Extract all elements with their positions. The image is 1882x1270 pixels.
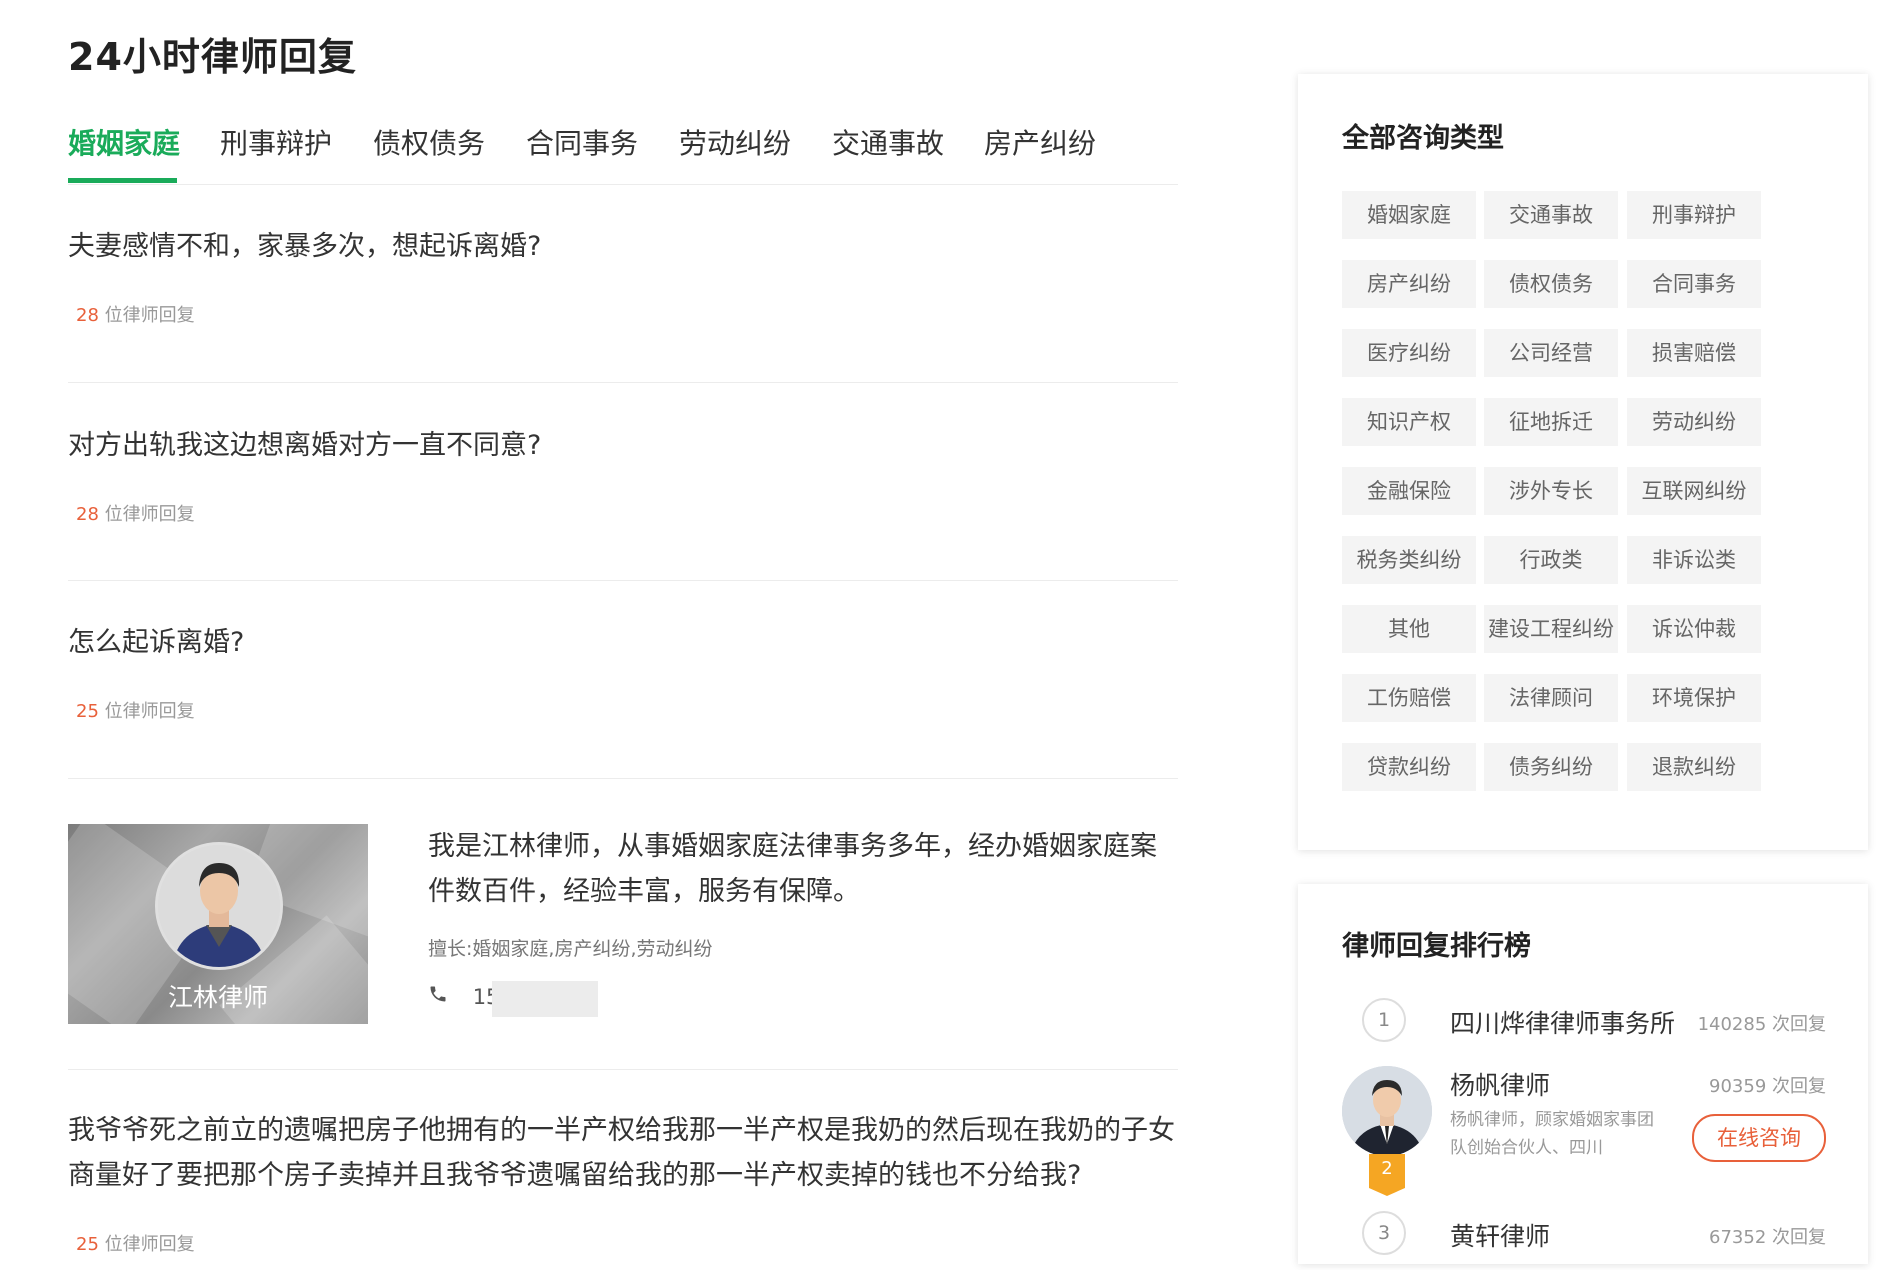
reply-count-number: 25 [76, 701, 99, 722]
lawyer-avatar[interactable] [1342, 1066, 1432, 1156]
category-item[interactable]: 贷款纠纷 [1342, 743, 1476, 791]
category-item[interactable]: 债权债务 [1484, 260, 1618, 308]
lawyer-promo-card[interactable]: 江林律师 我是江林律师，从事婚姻家庭法律事务多年，经办婚姻家庭案件数百件，经验丰… [68, 824, 1178, 1070]
active-tab-indicator [68, 178, 177, 183]
tab-marriage-family[interactable]: 婚姻家庭 [68, 122, 180, 162]
question-title[interactable]: 对方出轨我这边想离婚对方一直不同意? [68, 423, 541, 468]
category-item[interactable]: 金融保险 [1342, 467, 1476, 515]
lawyer-specialty: 擅长:婚姻家庭,房产纠纷,劳动纠纷 [428, 938, 713, 960]
reply-count-number: 28 [76, 504, 99, 525]
category-item[interactable]: 涉外专长 [1484, 467, 1618, 515]
category-item[interactable]: 合同事务 [1627, 260, 1761, 308]
page-title: 24小时律师回复 [68, 35, 357, 79]
category-item[interactable]: 退款纠纷 [1627, 743, 1761, 791]
reply-count: 25 位律师回复 [76, 1230, 195, 1256]
rank-badge: 2 [1369, 1154, 1405, 1196]
ranking-item[interactable]: 1 四川烨律律师事务所 140285 次回复 [1342, 996, 1826, 1046]
category-item[interactable]: 互联网纠纷 [1627, 467, 1761, 515]
rank-reply-count: 90359 次回复 [1709, 1076, 1826, 1097]
category-item[interactable]: 交通事故 [1484, 191, 1618, 239]
ranking-title: 律师回复排行榜 [1342, 931, 1531, 962]
category-item[interactable]: 建设工程纠纷 [1484, 605, 1618, 653]
reply-count-label: 位律师回复 [104, 701, 195, 722]
category-item[interactable]: 医疗纠纷 [1342, 329, 1476, 377]
reply-count-number: 28 [76, 305, 99, 326]
category-item[interactable]: 诉讼仲裁 [1627, 605, 1761, 653]
ranking-item[interactable]: 2 杨帆律师 90359 次回复 杨帆律师，顾家婚姻家事团队创始合伙人、四川 在… [1342, 1066, 1826, 1196]
category-item[interactable]: 税务类纠纷 [1342, 536, 1476, 584]
reply-count: 25 位律师回复 [76, 697, 195, 723]
categories-title: 全部咨询类型 [1342, 123, 1504, 154]
lawyer-promo-photo[interactable]: 江林律师 [68, 824, 368, 1024]
rank-number: 3 [1362, 1211, 1406, 1255]
rank-name[interactable]: 四川烨律律师事务所 [1450, 1004, 1675, 1040]
rank-description: 杨帆律师，顾家婚姻家事团队创始合伙人、四川 [1450, 1110, 1654, 1158]
ranking-item[interactable]: 3 黄轩律师 67352 次回复 [1342, 1209, 1826, 1259]
category-item[interactable]: 公司经营 [1484, 329, 1618, 377]
reply-count: 28 位律师回复 [76, 301, 195, 327]
tab-criminal-defense[interactable]: 刑事辩护 [220, 122, 332, 162]
reply-count: 28 位律师回复 [76, 500, 195, 526]
category-item[interactable]: 非诉讼类 [1627, 536, 1761, 584]
rank-reply-count: 140285 次回复 [1697, 1014, 1826, 1035]
rank-number: 1 [1362, 998, 1406, 1042]
question-title[interactable]: 我爷爷死之前立的遗嘱把房子他拥有的一半产权给我那一半产权是我奶的然后现在我奶的子… [68, 1108, 1178, 1198]
rank-reply-count: 67352 次回复 [1709, 1227, 1826, 1248]
category-item[interactable]: 法律顾问 [1484, 674, 1618, 722]
tab-contract[interactable]: 合同事务 [526, 122, 638, 162]
reply-count-label: 位律师回复 [104, 305, 195, 326]
reply-count-label: 位律师回复 [104, 1234, 195, 1255]
question-item[interactable]: 我爷爷死之前立的遗嘱把房子他拥有的一半产权给我那一半产权是我奶的然后现在我奶的子… [68, 1070, 1178, 1270]
category-item[interactable]: 房产纠纷 [1342, 260, 1476, 308]
question-title[interactable]: 夫妻感情不和，家暴多次，想起诉离婚? [68, 224, 541, 269]
category-item[interactable]: 行政类 [1484, 536, 1618, 584]
tab-debt[interactable]: 债权债务 [373, 122, 485, 162]
question-item[interactable]: 夫妻感情不和，家暴多次，想起诉离婚? 28 位律师回复 [68, 184, 1178, 383]
category-item[interactable]: 婚姻家庭 [1342, 191, 1476, 239]
online-consult-button[interactable]: 在线咨询 [1692, 1114, 1826, 1162]
lawyer-promo-name: 江林律师 [167, 983, 268, 1012]
tab-traffic[interactable]: 交通事故 [832, 122, 944, 162]
category-item[interactable]: 刑事辩护 [1627, 191, 1761, 239]
category-item[interactable]: 债务纠纷 [1484, 743, 1618, 791]
lawyer-phone[interactable]: 15 [428, 984, 499, 1009]
category-item[interactable]: 征地拆迁 [1484, 398, 1618, 446]
category-item[interactable]: 工伤赔偿 [1342, 674, 1476, 722]
lawyer-intro: 我是江林律师，从事婚姻家庭法律事务多年，经办婚姻家庭案件数百件，经验丰富，服务有… [428, 831, 1157, 907]
question-title[interactable]: 怎么起诉离婚? [68, 620, 244, 665]
question-item[interactable]: 怎么起诉离婚? 25 位律师回复 [68, 581, 1178, 779]
category-item[interactable]: 知识产权 [1342, 398, 1476, 446]
phone-mask [492, 981, 598, 1017]
category-item[interactable]: 劳动纠纷 [1627, 398, 1761, 446]
lawyer-ranking-card: 律师回复排行榜 1 四川烨律律师事务所 140285 次回复 2 杨帆律师 90… [1298, 884, 1868, 1264]
tab-property[interactable]: 房产纠纷 [984, 122, 1096, 162]
reply-count-label: 位律师回复 [104, 504, 195, 525]
consult-categories-card: 全部咨询类型 婚姻家庭 交通事故 刑事辩护房产纠纷 债权债务 合同事务医疗纠纷 公司经营损… [1298, 74, 1868, 850]
reply-count-number: 25 [76, 1234, 99, 1255]
category-tabs: 婚姻家庭 刑事辩护 债权债务 合同事务 劳动纠纷 交通事故 房产纠纷 [68, 122, 1178, 185]
category-item[interactable]: 其他 [1342, 605, 1476, 653]
category-item[interactable]: 环境保护 [1627, 674, 1761, 722]
category-item[interactable]: 损害赔偿 [1627, 329, 1761, 377]
rank-name[interactable]: 杨帆律师 [1450, 1066, 1550, 1102]
lawyer-avatar [155, 842, 283, 970]
phone-icon [428, 984, 450, 1009]
question-item[interactable]: 对方出轨我这边想离婚对方一直不同意? 28 位律师回复 [68, 383, 1178, 581]
tab-labor[interactable]: 劳动纠纷 [679, 122, 791, 162]
rank-name[interactable]: 黄轩律师 [1450, 1217, 1550, 1253]
